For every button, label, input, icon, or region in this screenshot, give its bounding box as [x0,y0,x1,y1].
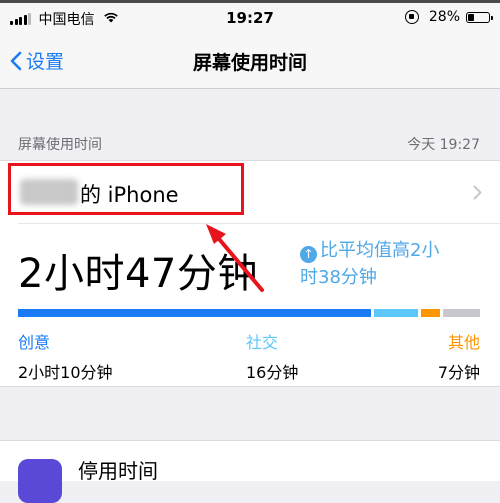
annotation-arrow [206,224,264,292]
